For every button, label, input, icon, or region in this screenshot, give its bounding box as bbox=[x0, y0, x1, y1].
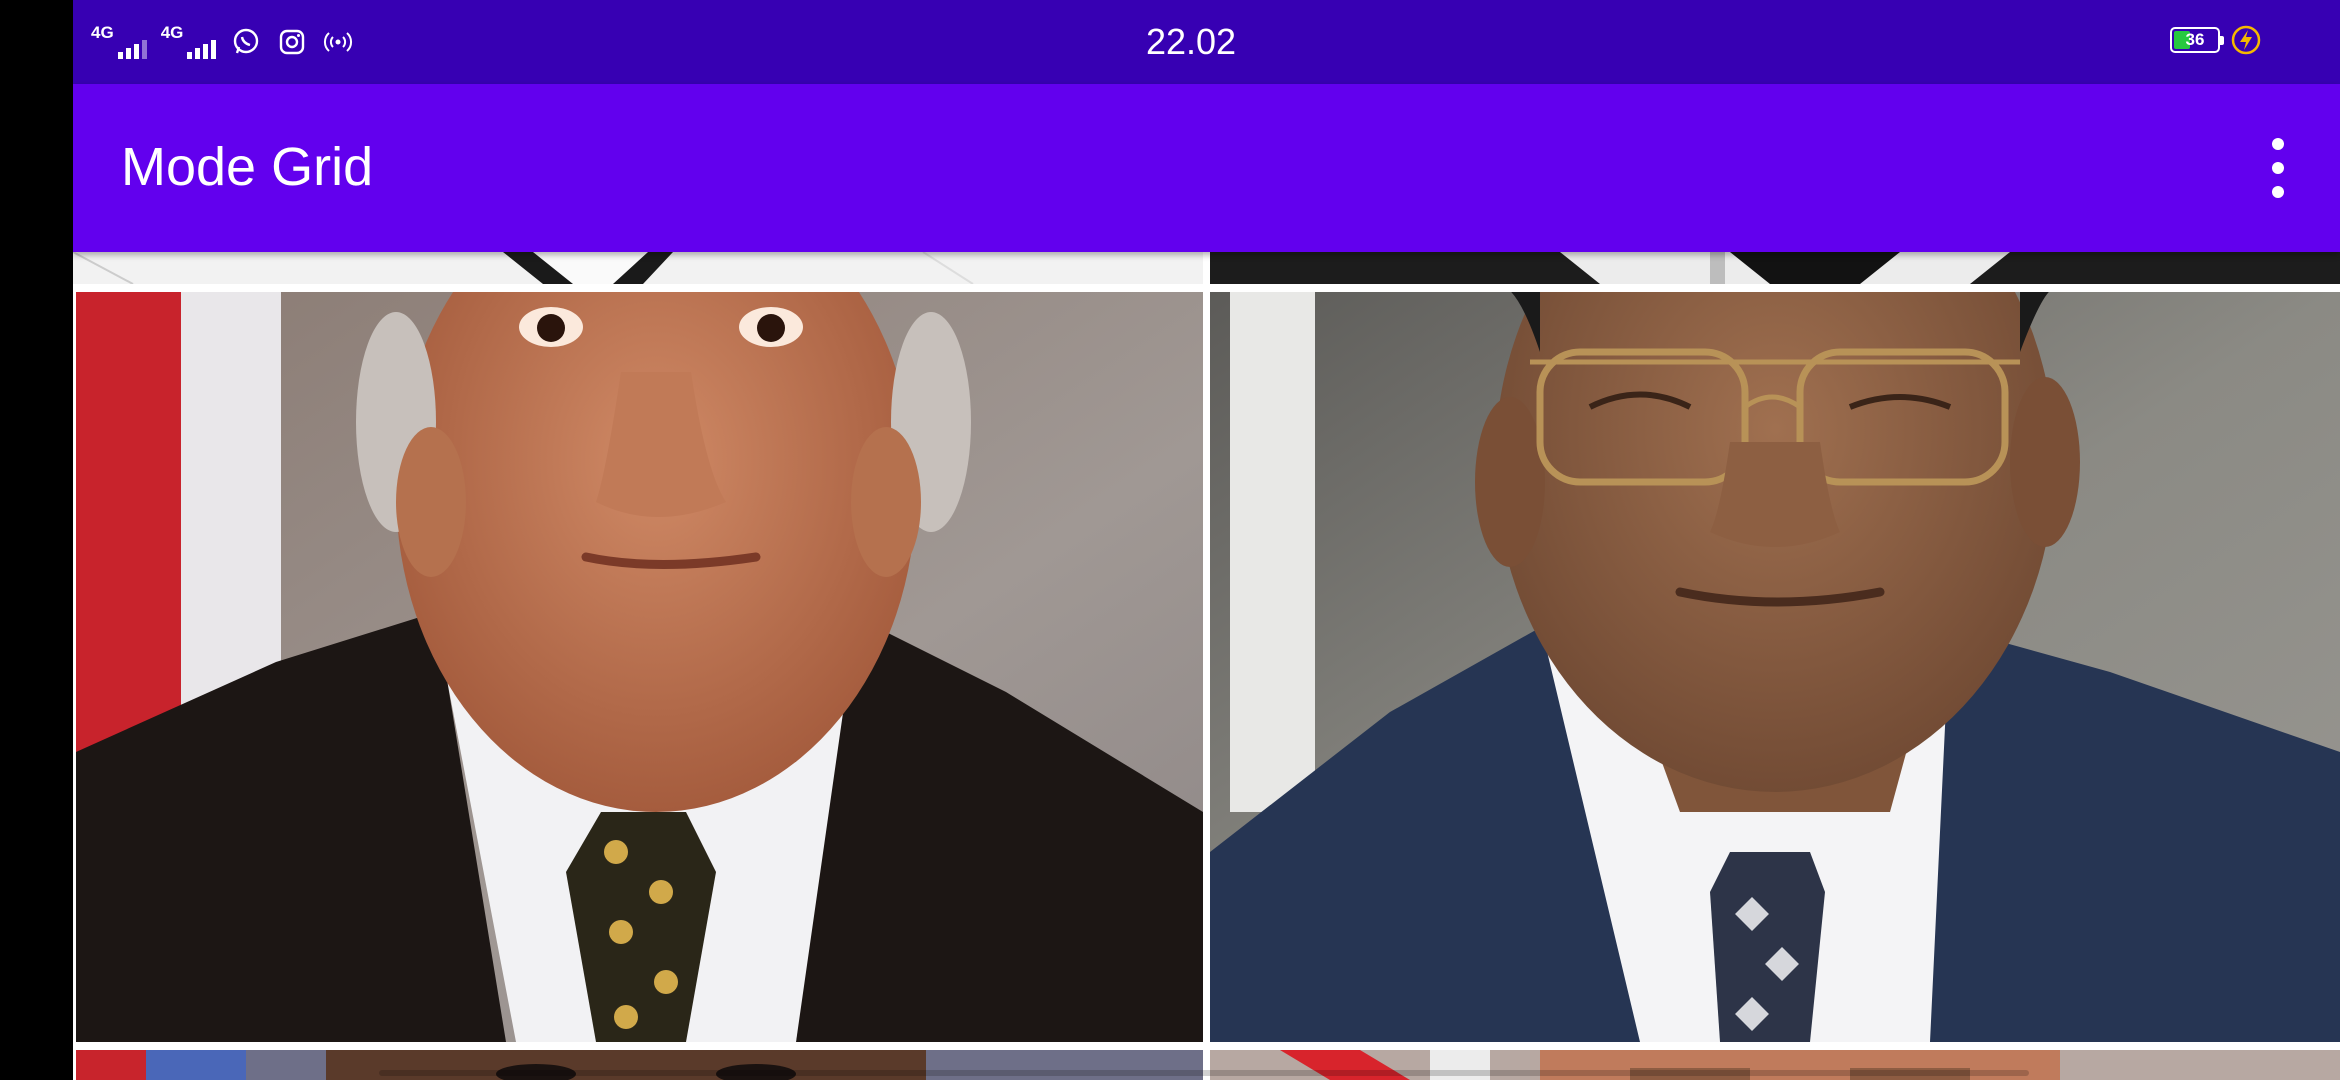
grid-item-portrait-right[interactable] bbox=[1210, 292, 2340, 1042]
more-vert-icon[interactable] bbox=[2266, 138, 2290, 198]
hotspot-icon bbox=[322, 26, 354, 58]
status-clock: 22.02 bbox=[1145, 21, 1237, 62]
battery-level-text: 36 bbox=[2185, 30, 2205, 49]
network-indicator-1: 4G bbox=[91, 23, 147, 59]
portrait-image bbox=[76, 292, 1203, 1042]
grid-item-partial-top-left[interactable] bbox=[73, 252, 1203, 284]
portrait-image bbox=[1210, 292, 2340, 1042]
screen-edge bbox=[0, 0, 73, 1080]
status-icons-right: 36 bbox=[2170, 24, 2262, 56]
app-bar: Mode Grid bbox=[73, 84, 2340, 252]
grid-item-partial-top-right[interactable] bbox=[1210, 252, 2340, 284]
charging-icon bbox=[2231, 25, 2261, 55]
app-screen: 4G 4G 22.02 36 Mode Grid bbox=[73, 0, 2340, 1080]
network-indicator-2: 4G bbox=[160, 23, 217, 59]
whatsapp-icon bbox=[230, 26, 262, 58]
battery-icon: 36 bbox=[2170, 27, 2224, 53]
page-title: Mode Grid bbox=[121, 137, 374, 197]
scroll-indicator[interactable] bbox=[379, 1070, 2029, 1076]
status-icons-left: 4G 4G bbox=[91, 22, 354, 62]
grid-item-portrait-left[interactable] bbox=[76, 292, 1203, 1042]
status-bar: 4G 4G 22.02 36 bbox=[73, 0, 2340, 84]
portrait-image bbox=[73, 252, 1203, 284]
signal-icon bbox=[187, 39, 217, 59]
network-type-label: 4G bbox=[91, 23, 114, 42]
image-grid[interactable] bbox=[73, 252, 2340, 1080]
portrait-image bbox=[1210, 252, 2340, 284]
network-type-label: 4G bbox=[160, 23, 184, 42]
signal-icon bbox=[117, 39, 147, 59]
instagram-icon bbox=[276, 26, 308, 58]
